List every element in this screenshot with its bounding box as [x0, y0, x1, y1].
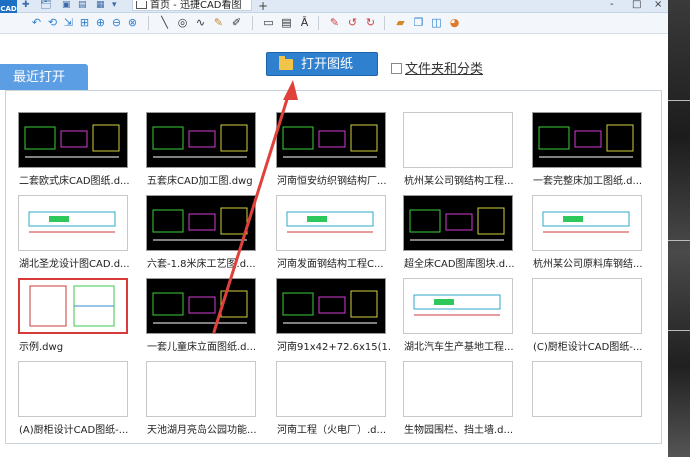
- background-whisker: [668, 240, 690, 241]
- zoom-extent-icon[interactable]: ⊗: [126, 16, 139, 29]
- file-name-label[interactable]: (C)厨柜设计CAD图纸-...: [533, 338, 647, 353]
- file-thumbnail[interactable]: [403, 195, 513, 251]
- quick-menu-icon[interactable]: ▾: [112, 0, 117, 10]
- file-name-label[interactable]: 湖北圣龙设计图CAD.d...: [19, 255, 133, 270]
- toolbar: ↶ ⟲ ⇲ ⊞ ⊕ ⊖ ⊗ ╲ ◎ ∿ ✎ ✐ ▭ ▤ Ā ✎ ↺ ↻ ▰ ❐ …: [0, 13, 668, 34]
- background-photo: [668, 0, 690, 457]
- quick-open-icon[interactable]: 🗂: [40, 0, 51, 10]
- copy-icon[interactable]: ❐: [412, 16, 425, 29]
- color-icon[interactable]: ◕: [448, 16, 461, 29]
- toolbar-divider: [318, 16, 319, 30]
- maximize-button[interactable]: □: [632, 0, 641, 10]
- app-window: CAD ✚ 🗂 ▣ ▤ ▦ ▾ 首页 - 迅捷CAD看图 + - □ × ↶ ⟲…: [0, 0, 668, 457]
- file-name-label[interactable]: 河南工程（火电厂）.d...: [277, 421, 391, 436]
- compare-icon[interactable]: ◫: [430, 16, 443, 29]
- zoom-out-icon[interactable]: ⊖: [110, 16, 123, 29]
- background-whisker: [668, 100, 690, 101]
- file-name-label[interactable]: 五套床CAD加工图.dwg: [147, 172, 261, 187]
- file-name-label[interactable]: 河南发面钢结构工程C...: [277, 255, 391, 270]
- file-thumbnail[interactable]: [532, 195, 642, 251]
- home-icon: [136, 1, 147, 9]
- file-thumbnail[interactable]: [403, 361, 513, 417]
- file-name-label[interactable]: 杭州某公司钢结构工程...: [404, 172, 518, 187]
- minimize-button[interactable]: -: [610, 0, 614, 10]
- file-name-label[interactable]: 一套儿童床立面图纸.d...: [147, 338, 261, 353]
- rotate-right-icon[interactable]: ↻: [364, 16, 377, 29]
- file-thumbnail[interactable]: [146, 195, 256, 251]
- polyline-icon[interactable]: ∿: [194, 16, 207, 29]
- tab-home-title: 首页 - 迅捷CAD看图: [150, 0, 242, 11]
- open-drawing-button[interactable]: 打开图纸: [266, 52, 378, 76]
- file-name-label[interactable]: 生物园围栏、挡土墙.d...: [404, 421, 518, 436]
- file-name-label[interactable]: 杭州某公司原料库钢结...: [533, 255, 647, 270]
- file-thumbnail[interactable]: [532, 361, 642, 417]
- circle-icon[interactable]: ◎: [176, 16, 189, 29]
- new-tab-button[interactable]: +: [258, 0, 268, 13]
- tab-home[interactable]: 首页 - 迅捷CAD看图: [132, 0, 252, 11]
- layer-icon[interactable]: ▤: [280, 16, 293, 29]
- back-icon[interactable]: ↶: [30, 16, 43, 29]
- rotate-left-icon[interactable]: ↺: [346, 16, 359, 29]
- quick-send-icon[interactable]: ▦: [96, 0, 105, 10]
- file-name-label[interactable]: 湖北汽车生产基地工程...: [404, 338, 518, 353]
- quick-print-icon[interactable]: ▤: [78, 0, 87, 10]
- file-name-label[interactable]: 超全床CAD图库图块.d...: [404, 255, 518, 270]
- file-thumbnail[interactable]: [403, 278, 513, 334]
- toolbar-divider: [252, 16, 253, 30]
- file-name-label[interactable]: 六套-1.8米床工艺图.d...: [147, 255, 261, 270]
- quick-save-icon[interactable]: ▣: [62, 0, 71, 10]
- file-thumbnail[interactable]: [276, 195, 386, 251]
- background-whisker: [668, 330, 690, 331]
- file-thumbnail[interactable]: [276, 361, 386, 417]
- pencil-icon[interactable]: ✎: [212, 16, 225, 29]
- file-name-label[interactable]: (A)厨柜设计CAD图纸-...: [19, 421, 133, 436]
- file-name-label[interactable]: 天池湖月亮岛公园功能...: [147, 421, 261, 436]
- quick-new-icon[interactable]: ✚: [22, 0, 30, 10]
- recent-files-panel: 二套欧式床CAD图纸.d... 五套床CAD加工图.dwg 河南恒安纺织钢结构厂..…: [5, 90, 662, 444]
- open-icon[interactable]: ⇲: [62, 16, 75, 29]
- file-thumbnail[interactable]: [146, 112, 256, 168]
- zoom-in-icon[interactable]: ⊕: [94, 16, 107, 29]
- file-name-label[interactable]: 二套欧式床CAD图纸.d...: [19, 172, 133, 187]
- close-button[interactable]: ×: [654, 0, 662, 10]
- file-name-label[interactable]: 河南91x42+72.6x15(1...: [277, 338, 391, 353]
- file-thumbnail[interactable]: [18, 195, 128, 251]
- title-bar: CAD ✚ 🗂 ▣ ▤ ▦ ▾ 首页 - 迅捷CAD看图 + - □ ×: [0, 0, 668, 18]
- tab-recent[interactable]: 最近打开: [0, 64, 88, 90]
- erase-icon[interactable]: ✐: [230, 16, 243, 29]
- text-icon[interactable]: Ā: [298, 16, 311, 29]
- file-name-label[interactable]: 河南恒安纺织钢结构厂...: [277, 172, 391, 187]
- forward-icon[interactable]: ⟲: [46, 16, 59, 29]
- markup-icon[interactable]: ✎: [328, 16, 341, 29]
- file-thumbnail[interactable]: [18, 112, 128, 168]
- file-name-label[interactable]: 示例.dwg: [19, 338, 133, 353]
- line-icon[interactable]: ╲: [158, 16, 171, 29]
- file-thumbnail[interactable]: [276, 278, 386, 334]
- file-thumbnail[interactable]: [403, 112, 513, 168]
- folder-classify-link[interactable]: 文件夹和分类: [405, 58, 483, 77]
- file-thumbnail[interactable]: [146, 278, 256, 334]
- file-name-label[interactable]: 一套完整床加工图纸.d...: [533, 172, 647, 187]
- save-icon[interactable]: ⊞: [78, 16, 91, 29]
- file-thumbnail[interactable]: [532, 112, 642, 168]
- toolbar-divider: [384, 16, 385, 30]
- file-thumbnail[interactable]: [532, 278, 642, 334]
- open-drawing-label: 打开图纸: [301, 57, 354, 72]
- export-icon[interactable]: ▰: [394, 16, 407, 29]
- file-thumbnail[interactable]: [18, 278, 128, 334]
- frame-icon[interactable]: ▭: [262, 16, 275, 29]
- folder-icon: [279, 56, 293, 70]
- file-thumbnail[interactable]: [18, 361, 128, 417]
- toolbar-divider: [148, 16, 149, 30]
- file-thumbnail[interactable]: [276, 112, 386, 168]
- file-thumbnail[interactable]: [146, 361, 256, 417]
- folder-classify-checkbox[interactable]: [391, 63, 402, 74]
